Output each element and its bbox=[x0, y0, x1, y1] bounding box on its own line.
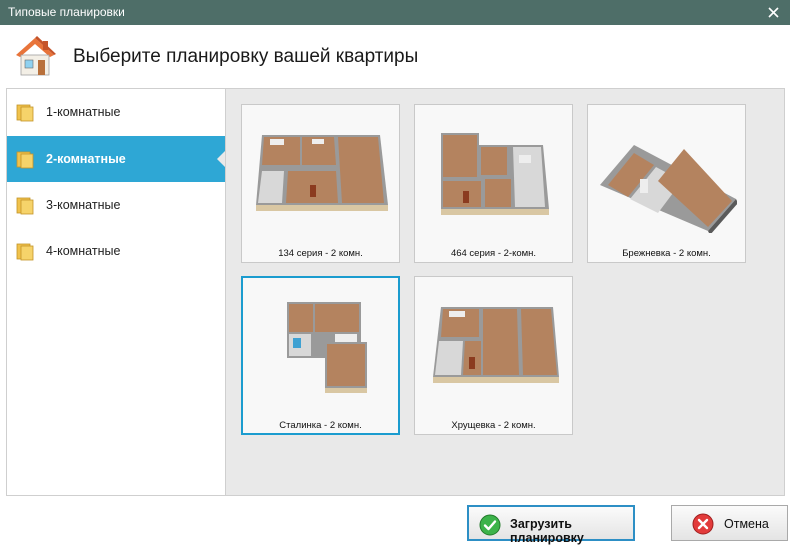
sidebar-item-1-room[interactable]: 1-комнатные bbox=[7, 89, 226, 135]
layout-caption: Сталинка - 2 комн. bbox=[279, 420, 362, 431]
floor-plan-thumbnail bbox=[433, 307, 559, 383]
house-icon bbox=[16, 36, 56, 76]
layout-card-khrushchevka[interactable]: Хрущевка - 2 комн. bbox=[414, 276, 573, 435]
layout-caption: Хрущевка - 2 комн. bbox=[451, 420, 536, 431]
floor-plan-thumbnail bbox=[256, 135, 388, 211]
layout-gallery: 134 серия - 2 комн. 464 серия - 2-комн. … bbox=[225, 88, 785, 496]
layout-card-stalinka[interactable]: Сталинка - 2 комн. bbox=[241, 276, 400, 435]
dialog-header: Выберите планировку вашей квартиры bbox=[0, 25, 790, 87]
folder-icon bbox=[16, 243, 34, 261]
cancel-button[interactable]: Отмена bbox=[671, 505, 788, 541]
load-layout-label: Загрузить планировку bbox=[510, 517, 584, 545]
sidebar-item-label: 4-комнатные bbox=[46, 244, 121, 258]
layout-card-134-series[interactable]: 134 серия - 2 комн. bbox=[241, 104, 400, 263]
load-layout-button[interactable]: Загрузить планировку bbox=[467, 505, 635, 545]
layout-card-brezhnevka[interactable]: Брежневка - 2 комн. bbox=[587, 104, 746, 263]
floor-plan-thumbnail bbox=[287, 302, 367, 393]
layout-caption: 134 серия - 2 комн. bbox=[278, 248, 363, 259]
title-bar: Типовые планировки bbox=[0, 0, 790, 25]
close-button[interactable] bbox=[756, 0, 790, 25]
layout-card-464-series[interactable]: 464 серия - 2-комн. bbox=[414, 104, 573, 263]
folder-icon bbox=[16, 104, 34, 122]
category-sidebar: 1-комнатные 2-комнатные 3-комнатные 4-ко… bbox=[6, 88, 227, 496]
cancel-label: Отмена bbox=[724, 517, 769, 531]
cancel-icon bbox=[692, 513, 714, 535]
floor-plan-thumbnail bbox=[600, 145, 737, 233]
checkmark-icon bbox=[479, 514, 501, 536]
close-icon bbox=[767, 7, 779, 18]
window-title: Типовые планировки bbox=[8, 5, 125, 19]
sidebar-item-4-room[interactable]: 4-комнатные bbox=[7, 228, 226, 274]
sidebar-item-2-room[interactable]: 2-комнатные bbox=[7, 136, 227, 182]
folder-icon bbox=[16, 151, 34, 169]
sidebar-item-label: 2-комнатные bbox=[46, 152, 126, 166]
layout-caption: Брежневка - 2 комн. bbox=[622, 248, 711, 259]
floor-plan-thumbnail bbox=[441, 133, 549, 215]
sidebar-item-3-room[interactable]: 3-комнатные bbox=[7, 182, 226, 228]
layout-caption: 464 серия - 2-комн. bbox=[450, 248, 537, 259]
folder-icon bbox=[16, 197, 34, 215]
page-title: Выберите планировку вашей квартиры bbox=[73, 46, 419, 67]
sidebar-item-label: 1-комнатные bbox=[46, 105, 121, 119]
sidebar-item-label: 3-комнатные bbox=[46, 198, 121, 212]
